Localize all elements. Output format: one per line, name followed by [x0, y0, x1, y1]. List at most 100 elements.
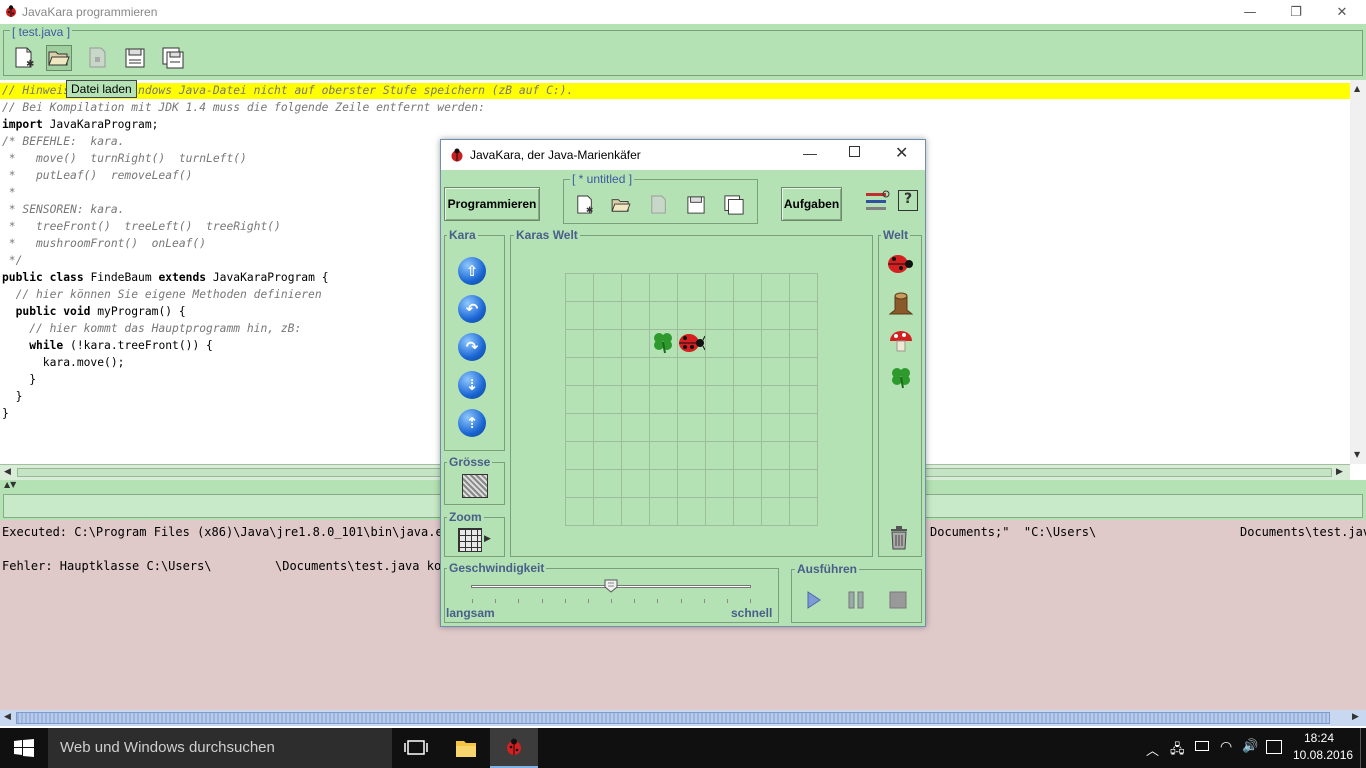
show-desktop-button[interactable] — [1360, 728, 1366, 768]
speed-tick — [518, 599, 520, 603]
welt-palette-group — [878, 235, 922, 557]
code-line: } — [2, 390, 23, 403]
code-line: // hier kommt das Hauptprogramm hin, zB: — [2, 322, 302, 335]
remove-leaf-icon[interactable]: ⇡ — [458, 409, 486, 437]
speed-tick — [541, 599, 543, 603]
save-as-icon[interactable] — [160, 45, 186, 71]
speed-tick — [611, 599, 612, 603]
mushroom-icon[interactable] — [888, 329, 914, 357]
ladybug-window-icon — [449, 148, 465, 165]
put-leaf-icon[interactable]: ⇣ — [458, 371, 486, 399]
tree-stump-icon[interactable] — [887, 290, 915, 320]
close-file-icon[interactable] — [85, 45, 111, 71]
code-line: */ — [2, 254, 23, 267]
main-title-bar: JavaKara programmieren — ❐ ✕ — [0, 0, 1366, 24]
code-line: } — [2, 407, 9, 420]
restore-button[interactable]: ❐ — [1273, 0, 1319, 24]
aufgaben-button[interactable]: Aufgaben — [781, 187, 842, 221]
console-scroll-thumb[interactable] — [16, 712, 1330, 724]
main-window-title: JavaKara programmieren — [22, 5, 158, 19]
settings-tools-icon[interactable] — [864, 189, 890, 217]
taskbar-search-input[interactable]: Web und Windows durchsuchen — [48, 728, 392, 768]
battery-icon[interactable] — [1195, 741, 1209, 751]
kara-minimize-button[interactable]: — — [803, 145, 817, 161]
code-line: public class FindeBaum extends JavaKaraP… — [2, 271, 329, 284]
speed-tick — [634, 599, 636, 603]
code-line: * putLeaf() removeLeaf() — [2, 169, 193, 182]
zoom-group-label: Zoom — [447, 510, 484, 524]
new-file-icon[interactable]: ✱ — [11, 45, 37, 71]
speed-tick — [750, 599, 751, 603]
zoom-grid-icon[interactable] — [458, 528, 482, 552]
size-group-label: Grösse — [447, 455, 493, 469]
volume-icon[interactable]: 🔊 — [1242, 739, 1258, 754]
minimize-button[interactable]: — — [1227, 0, 1273, 24]
move-forward-icon[interactable]: ⇧ — [458, 257, 486, 285]
close-button[interactable]: ✕ — [1319, 0, 1365, 24]
code-line: public void myProgram() { — [15, 305, 186, 318]
taskbar-date[interactable]: 10.08.2016 — [1293, 748, 1353, 762]
untitled-tab-label: [ * untitled ] — [570, 172, 635, 186]
save-world-icon[interactable] — [683, 192, 709, 218]
code-line: * treeFront() treeLeft() treeRight() — [2, 220, 281, 233]
speed-tick — [703, 599, 705, 603]
help-icon[interactable]: ? — [898, 190, 918, 211]
wifi-icon[interactable]: ◠ — [1220, 739, 1232, 755]
run-group-label: Ausführen — [795, 562, 859, 576]
stop-icon[interactable] — [889, 591, 907, 613]
code-keyword: public — [15, 305, 57, 318]
file-explorer-icon[interactable] — [455, 738, 477, 762]
turn-left-icon[interactable]: ↶ — [458, 295, 486, 323]
svg-text:✱: ✱ — [26, 59, 34, 69]
zoom-dropdown-arrow-icon[interactable]: ▶ — [484, 534, 491, 544]
code-line: * SENSOREN: kara. — [2, 203, 125, 216]
world-grid[interactable] — [565, 273, 818, 526]
windows-start-icon[interactable] — [14, 739, 34, 761]
taskbar-time[interactable]: 18:24 — [1297, 731, 1341, 745]
svg-text:✱: ✱ — [586, 206, 594, 215]
code-keyword: while — [29, 339, 64, 352]
editor-vertical-scrollbar[interactable]: ▲ ▼ — [1350, 80, 1366, 464]
keyboard-icon[interactable] — [1266, 740, 1282, 754]
resize-world-icon[interactable] — [462, 474, 488, 498]
code-line: * move() turnRight() turnLeft() — [2, 152, 247, 165]
speed-tick — [564, 599, 566, 603]
code-line: while (!kara.treeFront()) { — [29, 339, 213, 352]
console-line-executed: Executed: C:\Program Files (x86)\Java\jr… — [2, 525, 458, 539]
javakara-taskbar-button[interactable] — [490, 728, 538, 768]
code-line: } — [2, 373, 37, 386]
close-world-icon[interactable] — [646, 192, 672, 218]
turn-right-icon[interactable]: ↷ — [458, 333, 486, 361]
show-hidden-icons-icon[interactable]: ︿ — [1146, 740, 1159, 759]
speed-group-label: Geschwindigkeit — [447, 561, 547, 575]
cloverleaf-icon[interactable] — [651, 330, 675, 358]
open-world-icon[interactable] — [608, 192, 634, 218]
kara-ladybug-icon[interactable] — [677, 331, 706, 359]
save-world-as-icon[interactable] — [721, 192, 747, 218]
speed-tick — [495, 599, 497, 603]
code-keyword: void — [63, 305, 91, 318]
trash-icon[interactable] — [889, 526, 909, 554]
palette-ladybug-icon[interactable] — [886, 252, 914, 280]
kara-close-button[interactable]: ✕ — [895, 143, 908, 163]
speed-tick — [726, 599, 728, 603]
code-line: // hier können Sie eigene Methoden defin… — [2, 288, 322, 301]
ladybug-app-icon — [4, 4, 18, 21]
play-icon[interactable] — [806, 590, 822, 614]
code-line: * mushroomFront() onLeaf() — [2, 237, 207, 250]
save-file-icon[interactable] — [122, 45, 148, 71]
task-view-icon[interactable] — [404, 740, 428, 760]
new-world-icon[interactable]: ✱ — [572, 192, 598, 218]
kara-maximize-button[interactable] — [849, 146, 860, 157]
code-line: /* BEFEHLE: kara. — [2, 135, 125, 148]
network-drive-icon[interactable]: 🖧 — [1170, 740, 1185, 762]
code-line: * — [2, 186, 16, 199]
speed-tick — [587, 599, 589, 603]
file-tab-label: [ test.java ] — [10, 25, 73, 39]
programmieren-button[interactable]: Programmieren — [444, 187, 540, 221]
open-file-icon[interactable] — [46, 45, 72, 71]
pause-icon[interactable] — [848, 591, 864, 613]
speed-tick — [472, 599, 473, 603]
speed-slider-thumb[interactable] — [604, 578, 618, 593]
palette-cloverleaf-icon[interactable] — [889, 365, 913, 393]
